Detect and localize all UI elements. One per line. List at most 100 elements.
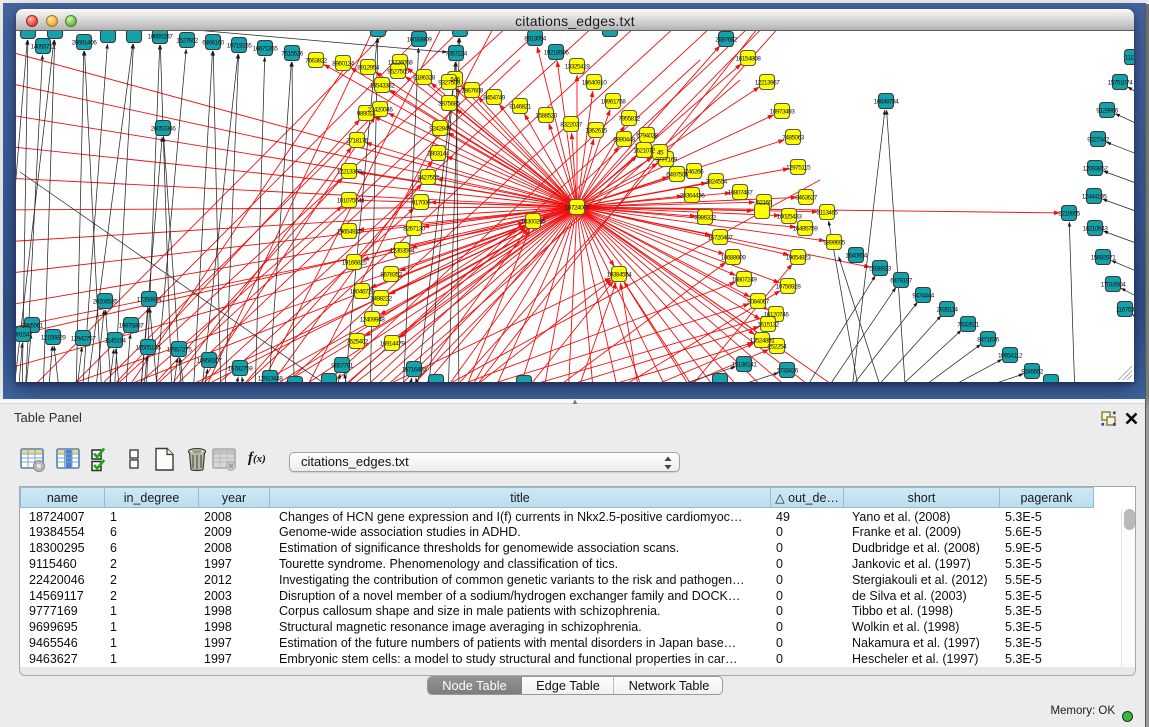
svg-text:3498222: 3498222 bbox=[370, 295, 392, 302]
svg-text:2718176: 2718176 bbox=[346, 137, 368, 144]
svg-text:8960124: 8960124 bbox=[332, 60, 354, 67]
svg-text:13226058: 13226058 bbox=[388, 59, 413, 66]
svg-text:116753: 116753 bbox=[1116, 306, 1134, 313]
svg-text:20691406: 20691406 bbox=[72, 39, 97, 46]
svg-text:8186328: 8186328 bbox=[413, 74, 435, 81]
svg-text:1621072: 1621072 bbox=[633, 147, 655, 154]
svg-text:12923448: 12923448 bbox=[258, 375, 283, 382]
svg-text:8454749: 8454749 bbox=[483, 94, 505, 101]
svg-text:3113465: 3113465 bbox=[817, 209, 839, 216]
svg-text:18807249: 18807249 bbox=[732, 276, 757, 283]
svg-text:1362615: 1362615 bbox=[585, 127, 607, 134]
svg-text:12942757: 12942757 bbox=[71, 335, 96, 342]
svg-text:19384554: 19384554 bbox=[607, 271, 632, 278]
svg-text:10107554: 10107554 bbox=[337, 197, 362, 204]
svg-text:6497508: 6497508 bbox=[666, 171, 688, 178]
svg-text:2935114: 2935114 bbox=[937, 306, 959, 313]
svg-text:15136141: 15136141 bbox=[732, 361, 757, 368]
svg-text:9227342: 9227342 bbox=[1087, 136, 1109, 143]
svg-text:12444195: 12444195 bbox=[1082, 193, 1107, 200]
svg-text:12353594: 12353594 bbox=[390, 247, 415, 254]
svg-text:13325419: 13325419 bbox=[565, 63, 590, 70]
svg-text:9245652: 9245652 bbox=[1021, 368, 1043, 375]
svg-text:16120746: 16120746 bbox=[764, 311, 789, 318]
svg-text:1640954: 1640954 bbox=[845, 252, 867, 259]
svg-text:10961758: 10961758 bbox=[601, 98, 626, 105]
svg-text:8322037: 8322037 bbox=[560, 121, 582, 128]
svg-text:15720407: 15720407 bbox=[708, 234, 733, 241]
svg-text:62160: 62160 bbox=[756, 199, 772, 206]
svg-text:9129966: 9129966 bbox=[1096, 107, 1118, 114]
svg-text:17957275: 17957275 bbox=[167, 346, 192, 353]
svg-text:7485063: 7485063 bbox=[782, 134, 804, 141]
svg-text:9146821: 9146821 bbox=[509, 103, 531, 110]
svg-text:7986322: 7986322 bbox=[694, 214, 716, 221]
svg-text:20206535: 20206535 bbox=[93, 298, 118, 305]
svg-text:2803144: 2803144 bbox=[427, 150, 449, 157]
svg-text:15692971: 15692971 bbox=[1091, 254, 1116, 261]
svg-text:9463627: 9463627 bbox=[795, 194, 817, 201]
svg-text:16495759: 16495759 bbox=[793, 225, 818, 232]
svg-text:8678352: 8678352 bbox=[380, 271, 402, 278]
svg-text:391547: 391547 bbox=[16, 331, 33, 338]
svg-text:9657791: 9657791 bbox=[331, 362, 353, 369]
svg-text:5938923: 5938923 bbox=[869, 265, 891, 272]
svg-text:7357224: 7357224 bbox=[445, 50, 467, 57]
svg-text:16154808: 16154808 bbox=[736, 55, 761, 62]
svg-text:989014: 989014 bbox=[357, 110, 376, 117]
svg-text:10655287: 10655287 bbox=[148, 33, 173, 40]
svg-text:3824554: 3824554 bbox=[705, 178, 727, 185]
svg-text:2687682: 2687682 bbox=[715, 36, 737, 43]
svg-text:12975115: 12975115 bbox=[786, 164, 811, 171]
svg-text:7955812: 7955812 bbox=[618, 115, 640, 122]
svg-text:7625402: 7625402 bbox=[346, 338, 368, 345]
svg-text:9899695: 9899695 bbox=[823, 239, 845, 246]
svg-text:8813054: 8813054 bbox=[524, 35, 546, 42]
svg-text:8471676: 8471676 bbox=[977, 336, 999, 343]
svg-text:20364436: 20364436 bbox=[680, 192, 705, 199]
svg-text:10046726: 10046726 bbox=[350, 288, 375, 295]
svg-text:17359924: 17359924 bbox=[137, 296, 162, 303]
svg-text:7632621: 7632621 bbox=[957, 321, 979, 328]
svg-text:10756928: 10756928 bbox=[776, 283, 801, 290]
svg-text:8912954: 8912954 bbox=[357, 64, 379, 71]
svg-text:16210643: 16210643 bbox=[1083, 225, 1108, 232]
svg-text:3875685: 3875685 bbox=[438, 100, 460, 107]
svg-text:19166825: 19166825 bbox=[342, 259, 367, 266]
svg-text:1733426: 1733426 bbox=[776, 367, 798, 374]
svg-text:18640910: 18640910 bbox=[582, 79, 607, 86]
svg-text:16914479: 16914479 bbox=[380, 340, 405, 347]
svg-text:10975887: 10975887 bbox=[119, 322, 144, 329]
svg-text:9327508: 9327508 bbox=[438, 79, 460, 86]
svg-text:10973493: 10973493 bbox=[770, 108, 795, 115]
svg-text:12156829: 12156829 bbox=[41, 334, 66, 341]
svg-text:2867608: 2867608 bbox=[461, 87, 483, 94]
svg-text:8427552: 8427552 bbox=[417, 174, 439, 181]
svg-text:6479197: 6479197 bbox=[890, 277, 912, 284]
svg-text:16648784: 16648784 bbox=[874, 98, 899, 105]
svg-text:12093852: 12093852 bbox=[1083, 165, 1108, 172]
svg-text:19654923: 19654923 bbox=[786, 254, 811, 261]
svg-text:18300295: 18300295 bbox=[521, 218, 546, 225]
svg-text:12409948: 12409948 bbox=[360, 316, 385, 323]
svg-text:19654925: 19654925 bbox=[337, 228, 362, 235]
svg-text:9474444: 9474444 bbox=[912, 292, 934, 299]
svg-text:16782759: 16782759 bbox=[228, 365, 253, 372]
svg-text:1985061: 1985061 bbox=[21, 322, 43, 329]
svg-text:16543382: 16543382 bbox=[370, 82, 395, 89]
svg-text:12505135: 12505135 bbox=[136, 344, 161, 351]
svg-text:18724007: 18724007 bbox=[565, 204, 590, 211]
svg-text:7663822: 7663822 bbox=[305, 57, 327, 64]
svg-text:10719155: 10719155 bbox=[227, 42, 252, 49]
svg-text:1145194: 1145194 bbox=[105, 337, 127, 344]
svg-text:252254: 252254 bbox=[768, 343, 787, 350]
svg-text:11123: 11123 bbox=[1125, 54, 1134, 61]
svg-text:12213967: 12213967 bbox=[755, 79, 780, 86]
svg-text:8990448: 8990448 bbox=[613, 136, 635, 143]
svg-text:917006: 917006 bbox=[412, 199, 431, 206]
svg-text:10958107: 10958107 bbox=[197, 357, 222, 364]
svg-text:26053346: 26053346 bbox=[151, 125, 176, 132]
svg-text:10807487: 10807487 bbox=[728, 189, 753, 196]
svg-text:15716485: 15716485 bbox=[402, 366, 427, 373]
svg-text:9242848: 9242848 bbox=[429, 125, 451, 132]
